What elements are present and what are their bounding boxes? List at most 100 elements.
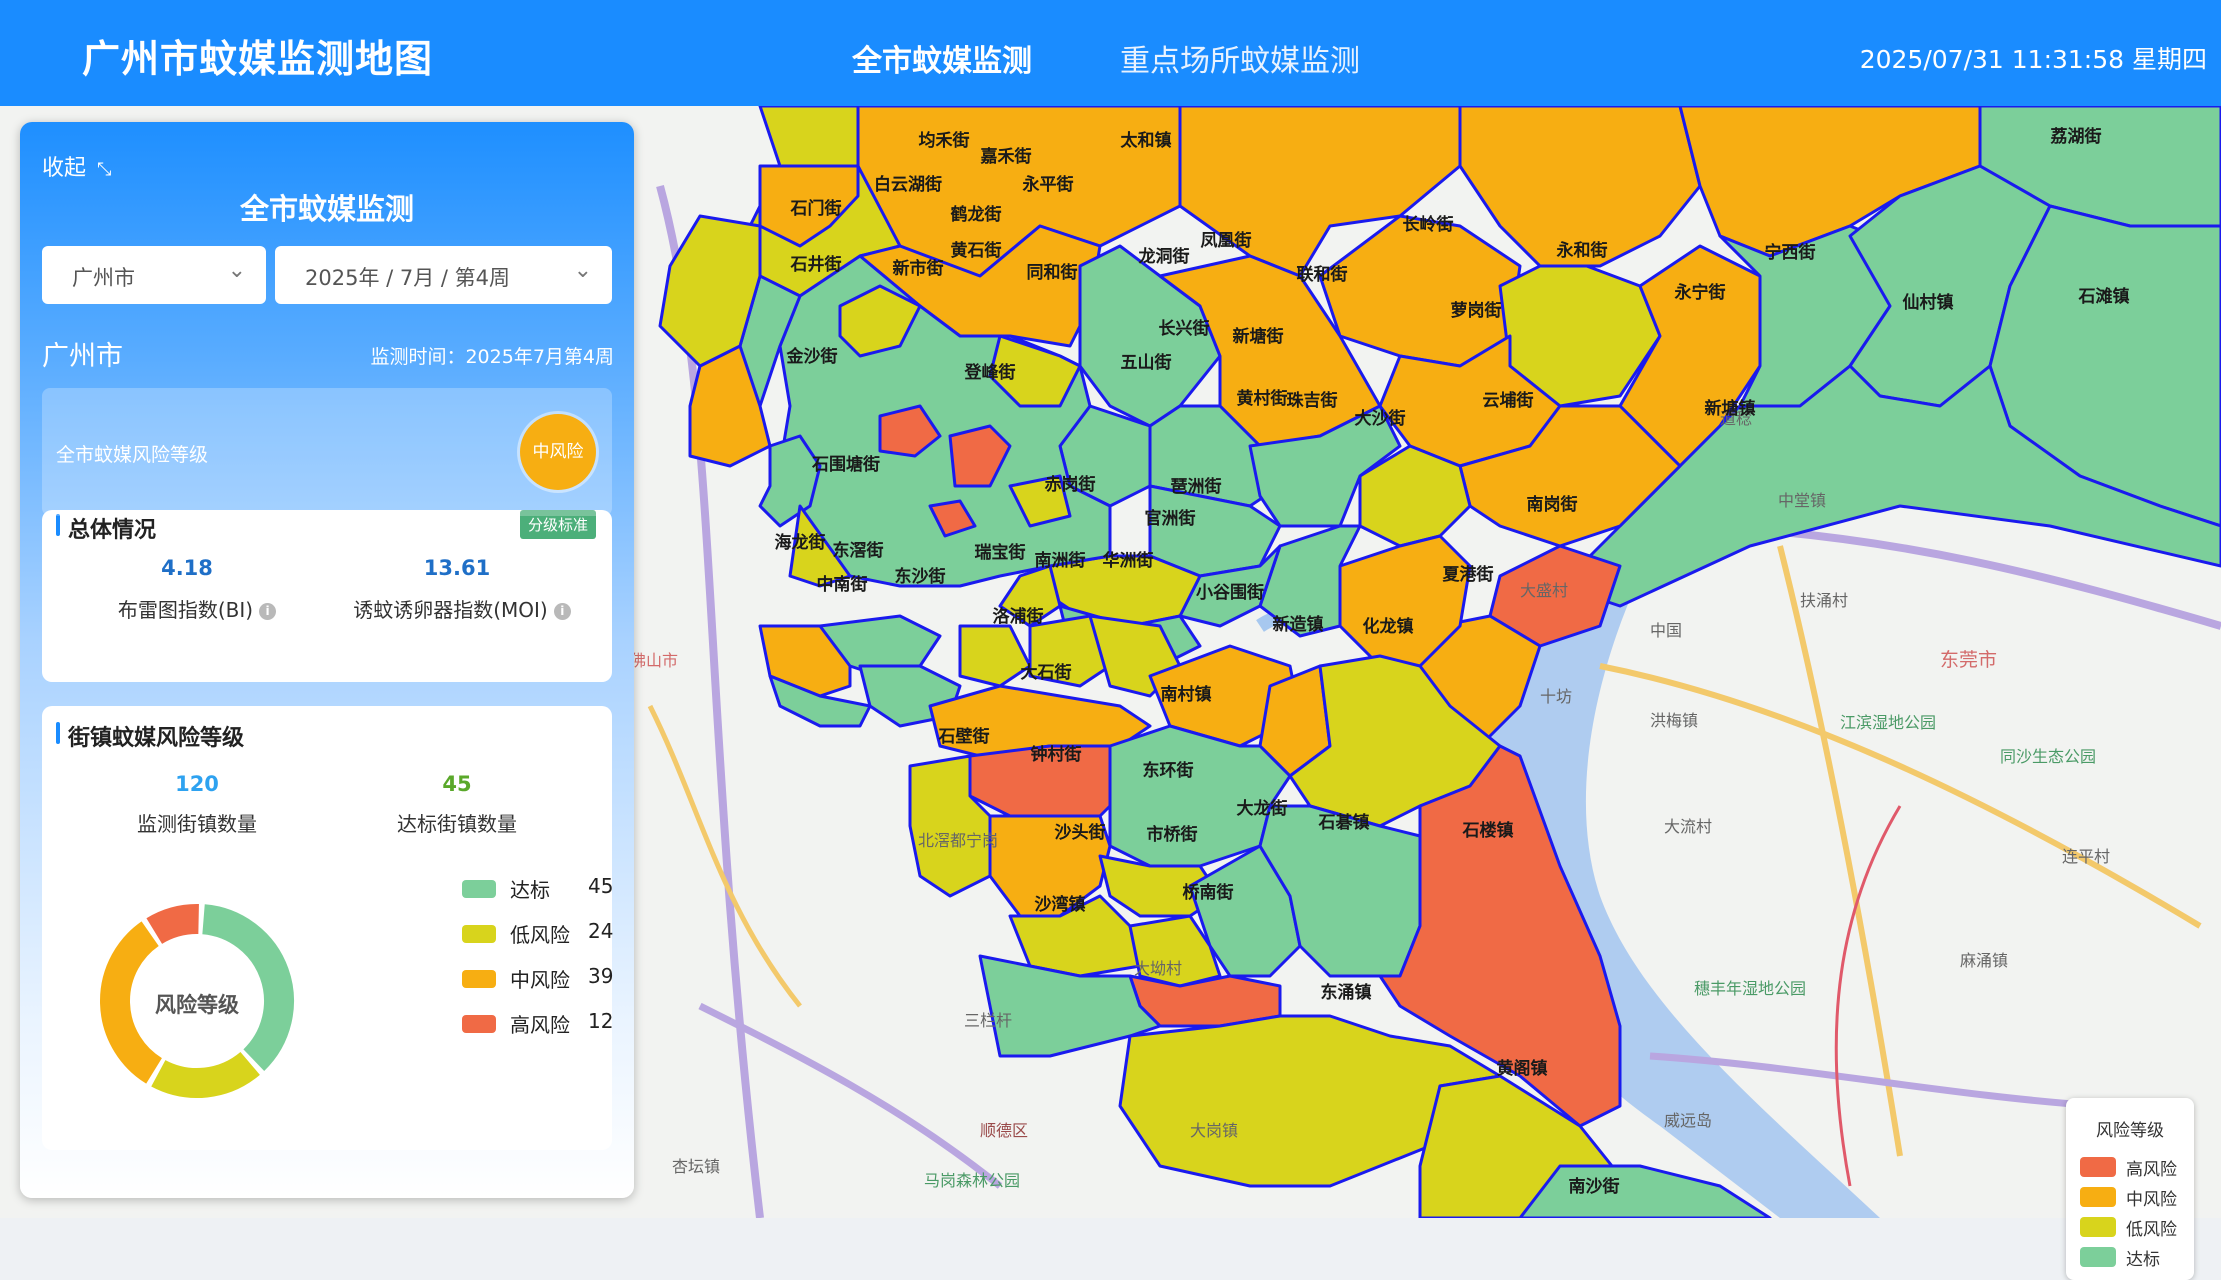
district-label: 长岭街 xyxy=(1403,214,1454,235)
tab-key-places-monitoring[interactable]: 重点场所蚊媒监测 xyxy=(1120,36,1360,80)
collapse-label: 收起 xyxy=(42,156,87,181)
overview-title: 总体情况 xyxy=(55,512,156,544)
district-label: 鹤龙街 xyxy=(951,204,1002,225)
district-label: 石围塘街 xyxy=(811,454,880,475)
district-label: 南村镇 xyxy=(1161,684,1212,705)
city-risk-card: 全市蚊媒风险等级 中风险 xyxy=(42,388,612,516)
base-label: 北滘都宁岗 xyxy=(918,831,998,850)
street-risk-card: 街镇蚊媒风险等级 120 监测街镇数量 45 达标街镇数量 风险等级 达标 45… xyxy=(42,706,614,1150)
base-label: 威远岛 xyxy=(1664,1111,1712,1130)
district-label: 黄村街 xyxy=(1237,388,1288,409)
district-label: 嘉禾街 xyxy=(980,146,1032,167)
info-icon[interactable]: i xyxy=(553,603,571,620)
base-label: 大流村 xyxy=(1664,817,1712,836)
base-label: 同沙生态公园 xyxy=(2000,747,2096,766)
map-legend: 风险等级 高风险 中风险 低风险 达标 xyxy=(2066,1098,2194,1280)
district-label: 石壁街 xyxy=(938,726,990,747)
legend-swatch xyxy=(462,925,496,943)
district-label: 南洲街 xyxy=(1035,550,1086,571)
base-label: 杏坛镇 xyxy=(672,1157,720,1176)
base-label: 连平村 xyxy=(2062,847,2110,866)
legend-swatch xyxy=(462,970,496,988)
base-label: 大岗镇 xyxy=(1190,1121,1238,1140)
district-label: 桥南街 xyxy=(1183,882,1234,903)
city-select[interactable]: 广州市 ⌄ xyxy=(42,246,266,304)
tab-city-monitoring[interactable]: 全市蚊媒监测 xyxy=(852,36,1032,80)
district-label: 黄阁镇 xyxy=(1497,1058,1548,1079)
base-label: 佛山市 xyxy=(630,651,678,670)
district-label: 黄石街 xyxy=(951,240,1002,261)
district-label: 石井街 xyxy=(790,254,842,275)
donut-center-label: 风险等级 xyxy=(155,993,239,1017)
side-panel: 收起 ⤡ 全市蚊媒监测 广州市 ⌄ 2025年 / 7月 / 第4周 ⌄ 广州市… xyxy=(20,122,634,1198)
bi-label: 布雷图指数(BI) xyxy=(117,598,254,622)
district-label: 永平街 xyxy=(1022,174,1074,195)
legend-swatch xyxy=(462,1015,496,1033)
district-label: 东涌镇 xyxy=(1321,982,1372,1003)
district-label: 大石街 xyxy=(1021,662,1072,683)
district-label: 南沙街 xyxy=(1569,1176,1620,1197)
base-label: 穗丰年湿地公园 xyxy=(1694,979,1806,998)
base-label: 大盛村 xyxy=(1520,581,1568,600)
legend-label: 达标 xyxy=(510,878,550,902)
risk-donut-chart: 风险等级 xyxy=(100,904,294,1098)
legend-label: 低风险 xyxy=(510,923,570,947)
legend-label: 中风险 xyxy=(510,968,570,992)
base-label: 中堂镇 xyxy=(1778,491,1826,510)
datetime-display: 2025/07/31 11:31:58 星期四 xyxy=(1859,45,2207,74)
district-label: 沙湾镇 xyxy=(1035,894,1086,915)
monitored-count: 120 xyxy=(175,772,219,796)
street-risk-title: 街镇蚊媒风险等级 xyxy=(55,720,244,752)
district-label: 五山街 xyxy=(1121,352,1172,373)
base-label: 十坊 xyxy=(1540,687,1572,706)
district-label: 新塘街 xyxy=(1233,326,1284,347)
region-name: 广州市 xyxy=(42,341,123,372)
legend-swatch xyxy=(462,880,496,898)
base-label: 马岗森林公园 xyxy=(924,1171,1020,1190)
bi-value: 4.18 xyxy=(161,556,213,580)
district-label: 凤凰街 xyxy=(1201,230,1252,251)
panel-title: 全市蚊媒监测 xyxy=(239,192,414,226)
district-label: 石碁镇 xyxy=(1318,812,1370,833)
city-risk-badge: 中风险 xyxy=(520,414,596,490)
district-label: 新市街 xyxy=(893,258,944,279)
legend-swatch xyxy=(2080,1157,2116,1177)
legend-count: 39 xyxy=(588,964,614,988)
district-label: 石滩镇 xyxy=(2078,286,2130,307)
district-label: 长兴街 xyxy=(1159,318,1210,339)
district-label: 珠吉街 xyxy=(1287,390,1338,411)
district-label: 白云湖街 xyxy=(874,174,942,195)
district-label: 东环街 xyxy=(1143,760,1194,781)
info-icon[interactable]: i xyxy=(259,603,277,620)
donut-segment[interactable] xyxy=(100,921,163,1084)
base-label: 扶涌村 xyxy=(1800,591,1848,610)
legend-swatch xyxy=(2080,1187,2116,1207)
base-label: 顺德区 xyxy=(980,1121,1028,1140)
district-label: 同和街 xyxy=(1027,262,1078,283)
district-label: 云埔街 xyxy=(1483,390,1534,411)
legend-label: 高风险 xyxy=(510,1013,570,1037)
district-label: 石门街 xyxy=(790,198,842,219)
district-label: 官洲街 xyxy=(1145,508,1196,529)
legend-swatch xyxy=(2080,1217,2116,1237)
district-label: 金沙街 xyxy=(786,346,838,367)
base-label: 大坳村 xyxy=(1134,959,1182,978)
district-label: 洛浦街 xyxy=(993,606,1044,627)
district-label: 龙洞街 xyxy=(1138,246,1190,267)
district-label: 新塘镇 xyxy=(1705,398,1756,419)
district-label: 化龙镇 xyxy=(1363,616,1414,637)
district-changling[interactable] xyxy=(1318,214,1522,368)
district-label: 石楼镇 xyxy=(1462,820,1514,841)
legend-label: 低风险 xyxy=(2126,1220,2177,1240)
donut-segment[interactable] xyxy=(146,904,199,945)
collapse-button[interactable]: 收起 ⤡ xyxy=(42,150,111,182)
donut-segment[interactable] xyxy=(151,1051,260,1098)
district-label: 夏港街 xyxy=(1443,564,1494,585)
district-label: 沙头街 xyxy=(1055,822,1106,843)
district-ruibao[interactable] xyxy=(958,624,1032,688)
base-label: 三栏杆 xyxy=(964,1011,1012,1030)
donut-segment[interactable] xyxy=(201,904,294,1071)
moi-value: 13.61 xyxy=(423,556,491,580)
legend-count: 12 xyxy=(588,1009,614,1033)
period-select[interactable]: 2025年 / 7月 / 第4周 ⌄ xyxy=(275,246,612,304)
